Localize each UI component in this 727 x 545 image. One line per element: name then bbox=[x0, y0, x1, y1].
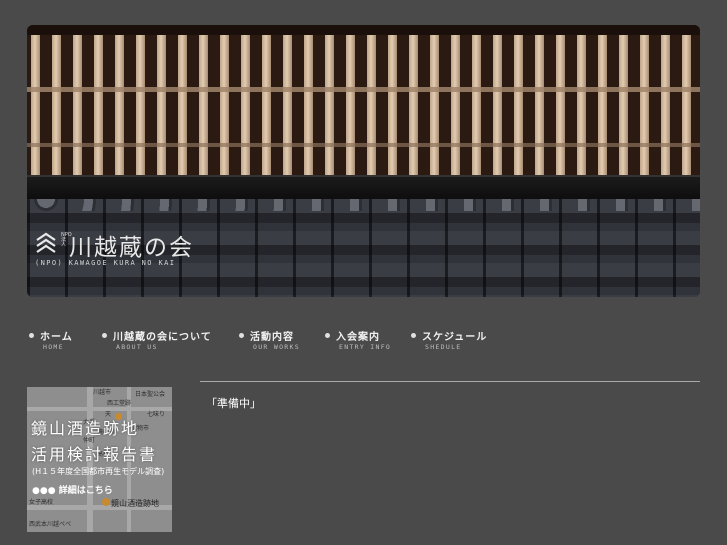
nav-label: 入会案内 bbox=[336, 332, 380, 343]
lattice-slat bbox=[451, 35, 460, 175]
lattice-slat bbox=[157, 35, 166, 175]
lattice-slat bbox=[325, 35, 334, 175]
lattice-slat bbox=[472, 35, 481, 175]
main-navigation: ホーム HOME 川越蔵の会について ABOUT US 活動内容 OUR WOR… bbox=[0, 328, 727, 354]
map-label: 七味り bbox=[147, 411, 166, 418]
content-status-text: 「準備中」 bbox=[206, 397, 261, 410]
bullet-icon bbox=[102, 333, 107, 338]
roof-beam bbox=[27, 175, 700, 199]
lattice-slat bbox=[367, 35, 376, 175]
nav-sublabel: OUR WORKS bbox=[253, 343, 300, 351]
map-label: 西工堂跡 bbox=[107, 400, 132, 407]
nav-label: 活動内容 bbox=[250, 332, 294, 343]
lattice-slat bbox=[73, 35, 82, 175]
nav-label: ホーム bbox=[40, 332, 73, 343]
nav-label: スケジュール bbox=[422, 332, 488, 343]
lattice-slat bbox=[115, 35, 124, 175]
lattice-slat bbox=[388, 35, 397, 175]
lattice-slat bbox=[430, 35, 439, 175]
lattice-slat bbox=[241, 35, 250, 175]
logo-npo-label: NPO法人 bbox=[61, 232, 72, 248]
header-banner: NPO法人 川越蔵の会 (NPO) KAWAGOE KURA NO KAI bbox=[27, 25, 700, 297]
lattice-slat bbox=[514, 35, 523, 175]
lattice-slat bbox=[94, 35, 103, 175]
map-label: 日本聖公会 bbox=[135, 391, 166, 398]
report-promo-banner[interactable]: 川越市 日本聖公会 西工堂跡 大手 仲町 七味り 織物市 高校 女子高校 西武本… bbox=[27, 387, 172, 532]
nav-sublabel: ENTRY INFO bbox=[339, 343, 392, 351]
lattice-slat bbox=[283, 35, 292, 175]
lattice-wall-image bbox=[27, 25, 700, 175]
map-label: 川越市 bbox=[93, 389, 112, 396]
logo-mark-icon bbox=[36, 232, 56, 253]
lattice-slat bbox=[262, 35, 271, 175]
nav-label: 川越蔵の会について bbox=[113, 332, 212, 343]
promo-note: (H１５年度全国都市再生モデル調査) bbox=[32, 467, 165, 476]
nav-sublabel: HOME bbox=[43, 343, 64, 351]
bullet-icon bbox=[239, 333, 244, 338]
lattice-slat bbox=[52, 35, 61, 175]
lattice-slat bbox=[661, 35, 670, 175]
lattice-slat bbox=[640, 35, 649, 175]
bullet-icon bbox=[325, 333, 330, 338]
lattice-slat bbox=[598, 35, 607, 175]
lattice-slat bbox=[682, 35, 691, 175]
lattice-slat bbox=[619, 35, 628, 175]
lattice-slat bbox=[346, 35, 355, 175]
lattice-slat bbox=[409, 35, 418, 175]
promo-pin-label: 鏡山酒造跡地 bbox=[111, 499, 159, 508]
logo-title: 川越蔵の会 bbox=[69, 235, 194, 261]
bullet-icon bbox=[411, 333, 416, 338]
lattice-slat bbox=[136, 35, 145, 175]
lattice-slat bbox=[535, 35, 544, 175]
lattice-slat bbox=[493, 35, 502, 175]
promo-details-link[interactable]: ●●● 詳細はこちら bbox=[32, 483, 113, 496]
lattice-slat bbox=[304, 35, 313, 175]
promo-title-line2: 活用検討報告書 bbox=[31, 445, 158, 464]
logo-roman-title: (NPO) KAWAGOE KURA NO KAI bbox=[35, 259, 176, 267]
lattice-slat bbox=[556, 35, 565, 175]
lattice-slat bbox=[220, 35, 229, 175]
map-label: 西武本川越ペペ bbox=[29, 521, 72, 528]
content-divider bbox=[200, 381, 700, 382]
lattice-slat bbox=[577, 35, 586, 175]
promo-title-line1: 鏡山酒造跡地 bbox=[31, 419, 140, 438]
lattice-slat bbox=[178, 35, 187, 175]
nav-sublabel: ABOUT US bbox=[116, 343, 158, 351]
map-pin-icon bbox=[102, 498, 110, 506]
bullet-icon bbox=[29, 333, 34, 338]
lattice-slat bbox=[31, 35, 40, 175]
map-label: 女子高校 bbox=[29, 499, 54, 506]
nav-sublabel: SHEDULE bbox=[425, 343, 462, 351]
lattice-slat bbox=[199, 35, 208, 175]
